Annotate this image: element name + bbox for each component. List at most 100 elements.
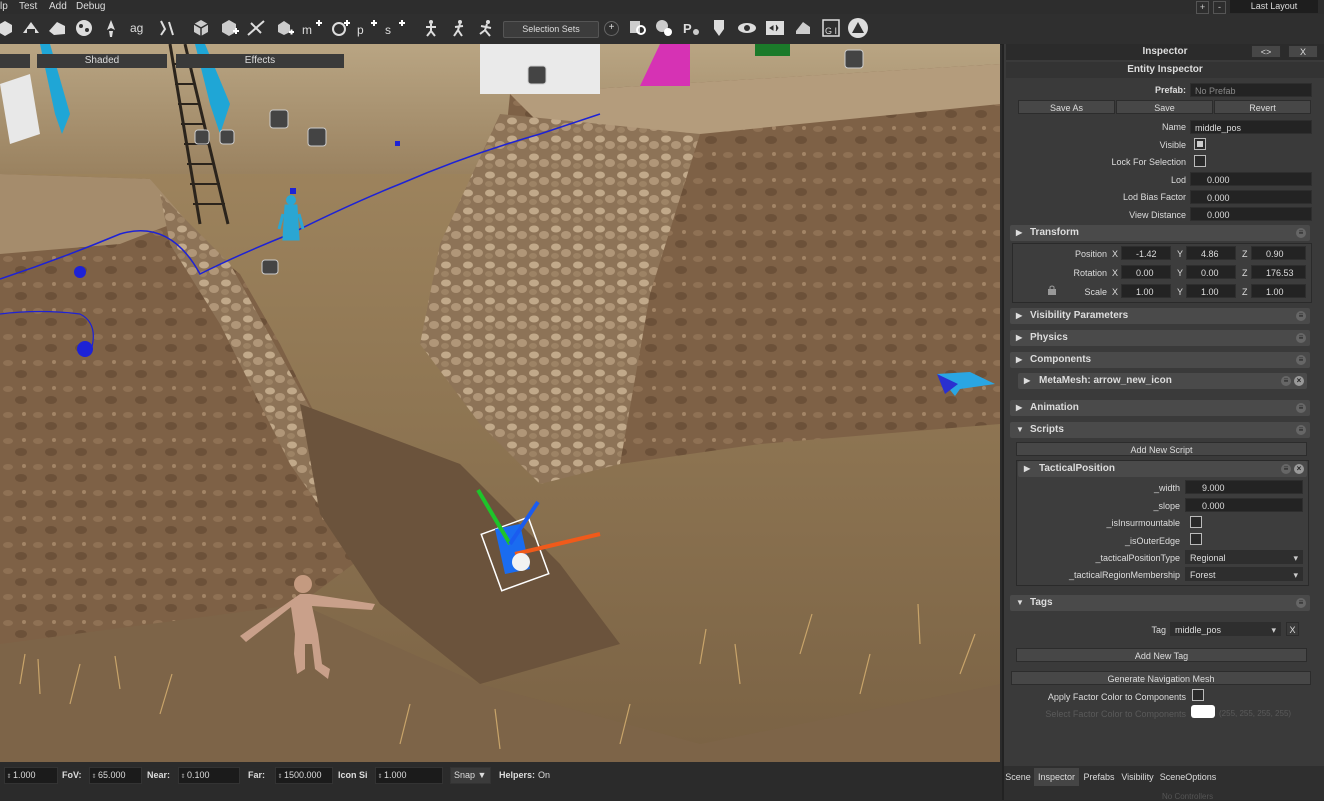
position-z-input[interactable]: 0.90: [1251, 246, 1306, 260]
paint-tool-icon[interactable]: [100, 17, 122, 39]
tactical-type-select[interactable]: Regional: [1185, 550, 1303, 565]
menu-item-test[interactable]: Test: [19, 1, 37, 12]
apply-factor-color-checkbox[interactable]: [1192, 689, 1204, 701]
near-input[interactable]: ⇕0.100: [178, 767, 240, 784]
revert-button[interactable]: Revert: [1214, 100, 1311, 114]
tab-inspector[interactable]: Inspector: [1034, 768, 1079, 786]
menu-item-add[interactable]: Add: [49, 1, 67, 12]
settings-icon[interactable]: ≡: [1296, 598, 1306, 608]
save-button[interactable]: Save: [1116, 100, 1213, 114]
position-x-input[interactable]: -1.42: [1121, 246, 1171, 260]
scripts-section-header[interactable]: ▼ Scripts ≡: [1010, 422, 1310, 438]
settings-icon[interactable]: ≡: [1281, 376, 1291, 386]
slope-input[interactable]: 0.000: [1185, 498, 1303, 512]
settings-icon[interactable]: ≡: [1296, 403, 1306, 413]
menu-item-help[interactable]: lp: [0, 1, 8, 12]
tag-select[interactable]: middle_pos: [1170, 622, 1281, 637]
animation-section-header[interactable]: ▶ Animation ≡: [1010, 400, 1310, 416]
text-ag-icon[interactable]: ag: [128, 17, 150, 39]
rotation-y-input[interactable]: 0.00: [1186, 265, 1236, 279]
run-icon[interactable]: [475, 17, 497, 39]
menu-item-debug[interactable]: Debug: [76, 1, 105, 12]
width-input[interactable]: 9.000: [1185, 480, 1303, 494]
select-object-icon[interactable]: [0, 17, 16, 39]
factor-color-swatch[interactable]: [1191, 705, 1215, 718]
character-icon[interactable]: [420, 17, 442, 39]
rotation-z-input[interactable]: 176.53: [1251, 265, 1306, 279]
tactical-position-header[interactable]: ▶ TacticalPosition ≡ ×: [1018, 461, 1307, 477]
move-tool-icon[interactable]: [20, 17, 42, 39]
transform-section-header[interactable]: ▶ Transform ≡: [1010, 225, 1310, 241]
point-add-icon[interactable]: p: [356, 17, 378, 39]
region-membership-select[interactable]: Forest: [1185, 567, 1303, 582]
mesh-add-icon[interactable]: m: [301, 17, 323, 39]
terrain-line-icon[interactable]: [245, 17, 267, 39]
settings-entity-icon[interactable]: [653, 17, 675, 39]
view-distance-input[interactable]: 0.000: [1190, 207, 1312, 221]
rotate-tool-icon[interactable]: [46, 17, 68, 39]
close-panel-button[interactable]: X: [1288, 45, 1318, 58]
settings-icon[interactable]: ≡: [1281, 464, 1291, 474]
add-selection-set-button[interactable]: +: [604, 21, 619, 36]
script-add-icon[interactable]: s: [384, 17, 406, 39]
tab-prefabs[interactable]: Prefabs: [1081, 768, 1117, 786]
physics-section-header[interactable]: ▶ Physics ≡: [1010, 330, 1310, 346]
far-input[interactable]: ⇕1500.000: [275, 767, 333, 784]
tab-scene[interactable]: Scene: [1004, 768, 1032, 786]
settings-icon[interactable]: ≡: [1296, 228, 1306, 238]
name-input[interactable]: middle_pos: [1190, 120, 1312, 134]
light-icon[interactable]: [792, 17, 814, 39]
tab-visibility[interactable]: Visibility: [1119, 768, 1156, 786]
remove-script-icon[interactable]: ×: [1294, 464, 1304, 474]
warning-icon[interactable]: [847, 17, 869, 39]
settings-icon[interactable]: ≡: [1296, 425, 1306, 435]
scale-tool-icon[interactable]: [73, 17, 95, 39]
visibility-section-header[interactable]: ▶ Visibility Parameters ≡: [1010, 308, 1310, 324]
gi-icon[interactable]: G I: [820, 17, 842, 39]
helpers-value[interactable]: On: [538, 770, 550, 780]
add-new-script-button[interactable]: Add New Script: [1016, 442, 1307, 456]
swap-panel-button[interactable]: <>: [1251, 45, 1281, 58]
visible-checkbox[interactable]: [1194, 138, 1206, 150]
viewport-tab-shaded[interactable]: Shaded: [37, 54, 167, 68]
add-layout-button[interactable]: +: [1196, 1, 1209, 14]
position-y-input[interactable]: 4.86: [1186, 246, 1236, 260]
icon-size-input[interactable]: ⇕1.000: [375, 767, 443, 784]
scale-y-input[interactable]: 1.00: [1186, 284, 1236, 298]
settings-icon[interactable]: ≡: [1296, 355, 1306, 365]
physics-icon[interactable]: P: [680, 17, 702, 39]
fov-input[interactable]: ⇕65.000: [89, 767, 142, 784]
shield-icon[interactable]: [708, 17, 730, 39]
settings-icon[interactable]: ≡: [1296, 311, 1306, 321]
add-new-tag-button[interactable]: Add New Tag: [1016, 648, 1307, 662]
scale-x-input[interactable]: 1.00: [1121, 284, 1171, 298]
tab-scene-options[interactable]: SceneOptions: [1158, 768, 1218, 786]
lod-input[interactable]: 0.000: [1190, 172, 1312, 186]
search-entity-icon[interactable]: [627, 17, 649, 39]
particle-add-icon[interactable]: [329, 17, 351, 39]
remove-layout-button[interactable]: -: [1213, 1, 1226, 14]
remove-component-icon[interactable]: ×: [1294, 376, 1304, 386]
generate-navmesh-button[interactable]: Generate Navigation Mesh: [1011, 671, 1311, 685]
lod-bias-input[interactable]: 0.000: [1190, 190, 1312, 204]
layout-dropdown[interactable]: Last Layout: [1230, 0, 1318, 13]
remove-tag-button[interactable]: X: [1286, 622, 1299, 636]
selection-sets-dropdown[interactable]: Selection Sets: [503, 21, 599, 38]
lock-selection-checkbox[interactable]: [1194, 155, 1206, 167]
cube-add-icon[interactable]: [218, 17, 240, 39]
snap-icon[interactable]: [156, 17, 178, 39]
save-as-button[interactable]: Save As: [1018, 100, 1115, 114]
settings-icon[interactable]: ≡: [1296, 333, 1306, 343]
snap-dropdown[interactable]: Snap ▼: [450, 767, 491, 784]
components-section-header[interactable]: ▶ Components ≡: [1010, 352, 1310, 368]
entity-add-icon[interactable]: [273, 17, 295, 39]
viewport-tab-effects[interactable]: Effects: [176, 54, 344, 68]
outer-edge-checkbox[interactable]: [1190, 533, 1202, 545]
insurmountable-checkbox[interactable]: [1190, 516, 1202, 528]
tags-section-header[interactable]: ▼ Tags ≡: [1010, 595, 1310, 611]
cube-icon[interactable]: [190, 17, 212, 39]
rotation-x-input[interactable]: 0.00: [1121, 265, 1171, 279]
volume-icon[interactable]: [764, 17, 786, 39]
metamesh-component-header[interactable]: ▶ MetaMesh: arrow_new_icon ≡ ×: [1018, 373, 1307, 389]
scale-z-input[interactable]: 1.00: [1251, 284, 1306, 298]
